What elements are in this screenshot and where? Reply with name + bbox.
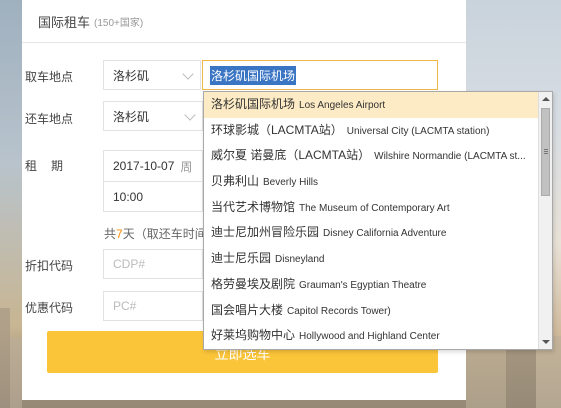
promo-code-label: 优惠代码: [25, 301, 74, 315]
scroll-down-arrow-icon[interactable]: [542, 340, 550, 344]
suggestion-item[interactable]: 格劳曼埃及剧院 Grauman's Egyptian Theatre: [204, 272, 538, 298]
promo-code-placeholder: PC#: [113, 299, 137, 313]
pickup-city-select[interactable]: 洛杉矶: [103, 60, 201, 90]
suggestion-name-en: Capitol Records Tower): [287, 305, 391, 317]
days-prefix: 共: [104, 227, 117, 241]
suggestion-item[interactable]: 洛杉矶国际机场 Los Angeles Airport: [204, 92, 538, 118]
background-building: [466, 348, 506, 408]
scrollbar-grip: [544, 153, 548, 154]
pickup-date-field[interactable]: 2017-10-07 周: [103, 150, 203, 181]
return-label: 还车地点: [25, 112, 74, 126]
location-suggestion-dropdown: 洛杉矶国际机场 Los Angeles Airport 环球影城（LACMTA站） U…: [203, 91, 553, 350]
suggestion-item[interactable]: 威尔夏 诺曼底（LACMTA站） Wilshire Normandie (LACM…: [204, 143, 538, 169]
suggestion-name-en: Los Angeles Airport: [299, 100, 386, 111]
suggestion-name-cn: 迪士尼乐园: [211, 251, 272, 266]
pickup-location-input[interactable]: 洛杉矶国际机场: [202, 60, 438, 90]
suggestion-item[interactable]: 好莱坞购物中心 Hollywood and Highland Center: [204, 323, 538, 349]
pickup-location-selected-text: 洛杉矶国际机场: [210, 65, 297, 85]
rental-days-summary: 共7天（取还车时间: [104, 225, 207, 242]
suggestion-name-en: Universal City (LACMTA station): [346, 125, 490, 137]
suggestion-item[interactable]: 国会唱片大楼 Capitol Records Tower): [204, 298, 538, 324]
pickup-city-value: 洛杉矶: [113, 68, 150, 83]
suggestion-name-cn: 贝弗利山: [211, 174, 260, 189]
chevron-down-icon: [184, 109, 196, 121]
background-building: [10, 338, 22, 408]
suggestion-name-en: The Museum of Contemporary Art: [299, 202, 450, 214]
suggestion-list: 洛杉矶国际机场 Los Angeles Airport 环球影城（LACMTA站） U…: [204, 92, 538, 349]
pickup-label: 取车地点: [25, 70, 74, 84]
scrollbar-grip: [544, 151, 548, 152]
suggestion-name-en: Beverly Hills: [263, 177, 319, 189]
return-city-select[interactable]: 洛杉矶: [103, 101, 203, 131]
suggestion-name-cn: 洛杉矶国际机场: [211, 97, 296, 111]
suggestion-item[interactable]: 当代艺术博物馆 The Museum of Contemporary Art: [204, 195, 538, 221]
promo-code-input[interactable]: PC#: [103, 291, 203, 321]
scrollbar-grip: [544, 149, 548, 150]
page-title: 国际租车: [38, 14, 91, 30]
suggestion-name-en: Disney California Adventure: [323, 228, 447, 240]
suggestion-item[interactable]: 贝弗利山 Beverly Hills: [204, 169, 538, 195]
discount-code-input[interactable]: CDP#: [103, 249, 203, 279]
pickup-time-value: 10:00: [113, 189, 144, 204]
scroll-up-arrow-icon[interactable]: [542, 97, 550, 101]
background-building: [0, 308, 10, 408]
suggestion-name-en: Hollywood and Highland Center: [299, 331, 440, 343]
discount-code-placeholder: CDP#: [113, 257, 146, 271]
scrollbar-thumb[interactable]: [541, 108, 550, 196]
suggestion-name-en: Grauman's Egyptian Theatre: [299, 279, 427, 291]
pickup-weekday: 周: [180, 159, 193, 174]
suggestion-name-cn: 当代艺术博物馆: [211, 199, 296, 214]
discount-code-label: 折扣代码: [25, 259, 74, 273]
dropdown-scrollbar[interactable]: [538, 92, 552, 349]
days-suffix: 天（取还车时间: [122, 227, 207, 241]
pickup-time-field[interactable]: 10:00: [103, 181, 203, 212]
chevron-down-icon: [182, 68, 194, 80]
panel-header: 国际租车 (150+国家): [22, 0, 466, 43]
suggestion-item[interactable]: 迪士尼乐园 Disneyland: [204, 246, 538, 272]
country-count: (150+国家): [94, 17, 144, 29]
suggestion-name-cn: 格劳曼埃及剧院: [211, 276, 296, 291]
days-count: 7: [116, 227, 123, 241]
suggestion-item[interactable]: 迪士尼加州冒险乐园 Disney California Adventure: [204, 220, 538, 246]
suggestion-name-cn: 迪士尼加州冒险乐园: [211, 225, 320, 240]
suggestion-name-en: Wilshire Normandie (LACMTA st...: [374, 151, 526, 163]
return-city-value: 洛杉矶: [113, 109, 150, 124]
background-building: [22, 400, 466, 408]
suggestion-name-cn: 好莱坞购物中心: [211, 328, 296, 343]
suggestion-item[interactable]: 环球影城（LACMTA站） Universal City (LACMTA stat…: [204, 118, 538, 144]
pickup-date-value: 2017-10-07: [113, 159, 175, 173]
rent-period-label: 租 期: [25, 159, 65, 173]
suggestion-name-cn: 国会唱片大楼: [211, 302, 284, 317]
suggestion-name-cn: 威尔夏 诺曼底（LACMTA站）: [211, 148, 371, 163]
suggestion-name-cn: 环球影城（LACMTA站）: [211, 122, 343, 137]
suggestion-name-en: Disneyland: [275, 254, 325, 266]
